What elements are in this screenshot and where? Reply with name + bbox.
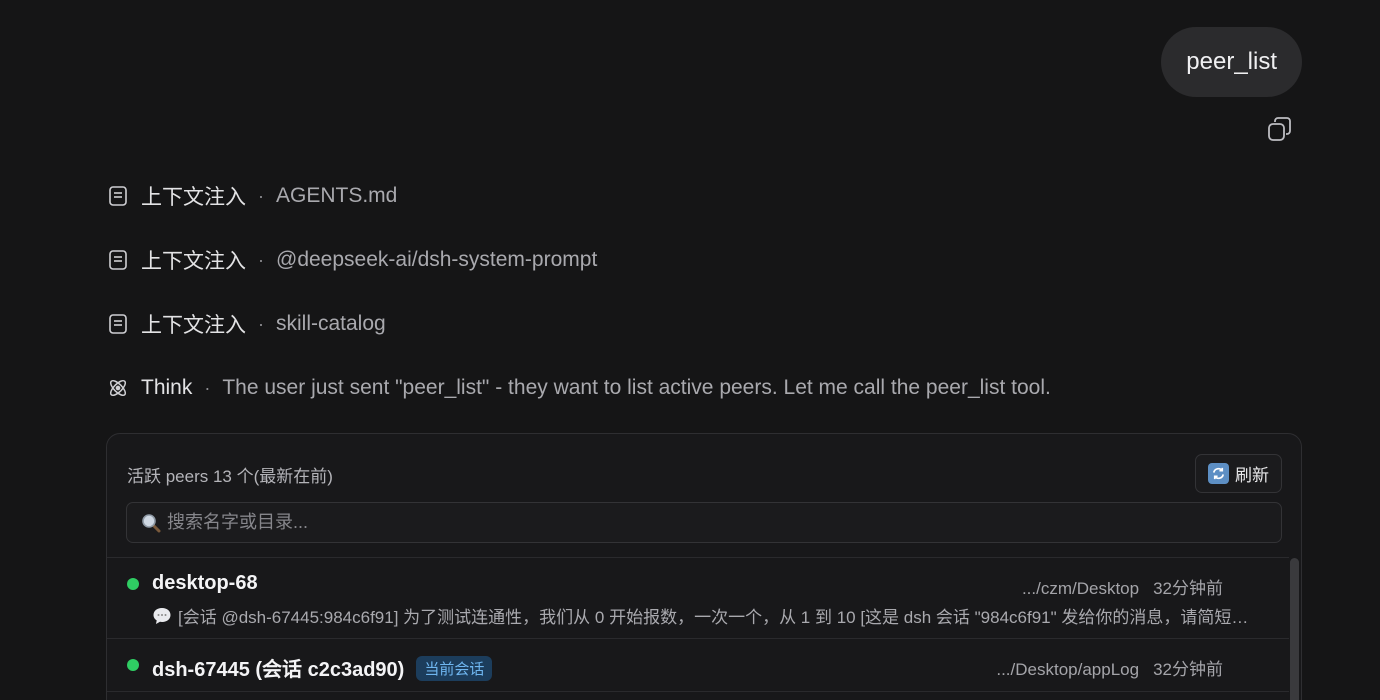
peer-row[interactable]: desktop-68 .../czm/Desktop 32分钟前 [会话 @dsh… [107, 558, 1289, 639]
online-status-dot [127, 659, 139, 671]
context-injection-label: 上下文注入 [141, 314, 246, 337]
peer-last-message: [会话 @dsh-67445:984c6f91] 为了测试连通性，我们从 0 开… [152, 603, 1260, 628]
refresh-icon [1208, 463, 1229, 484]
current-session-badge: 当前会话 [416, 656, 493, 681]
peer-time: 32分钟前 [1153, 579, 1223, 598]
copy-icon [1268, 117, 1291, 141]
peer-row[interactable]: dsh-67445 (会话 c2c3ad90) 当前会话 .../Desktop/… [107, 639, 1289, 692]
context-injection-label: 上下文注入 [141, 186, 246, 209]
online-status-dot [127, 578, 139, 590]
think-label: Think [141, 376, 193, 399]
separator: · [258, 249, 264, 270]
peer-meta: .../Desktop/appLog 32分钟前 [996, 655, 1223, 680]
context-injection-detail: AGENTS.md [276, 184, 398, 207]
context-injection-agents[interactable]: 上下文注入 · AGENTS.md [107, 181, 397, 211]
think-text: The user just sent "peer_list" - they wa… [222, 376, 1051, 399]
document-icon [109, 314, 127, 334]
context-injection-detail: @deepseek-ai/dsh-system-prompt [276, 248, 598, 271]
peer-list-scrollbar[interactable] [1290, 558, 1299, 700]
user-message-text: peer_list [1186, 48, 1277, 75]
peer-path: .../czm/Desktop [1021, 579, 1140, 598]
context-injection-label: 上下文注入 [141, 250, 246, 273]
context-injection-detail: skill-catalog [276, 312, 386, 335]
chat-page: peer_list 上下文注入 · AGENTS.md 上下文注入 · @dee… [0, 0, 1380, 700]
refresh-label: 刷新 [1235, 466, 1269, 485]
peer-name: desktop-68 [152, 572, 258, 594]
peer-message-text: [会话 @dsh-67445:984c6f91] 为了测试连通性，我们从 0 开… [178, 608, 1260, 627]
think-line[interactable]: Think · The user just sent "peer_list" -… [107, 373, 1051, 403]
document-icon [109, 186, 127, 206]
peer-meta: .../czm/Desktop 32分钟前 [1022, 574, 1223, 599]
peer-list-panel: 活跃 peers 13 个(最新在前) 刷新 desktop-68 [106, 433, 1302, 700]
context-injection-skill-catalog[interactable]: 上下文注入 · skill-catalog [107, 309, 386, 339]
magnifier-icon [142, 513, 161, 532]
refresh-button[interactable]: 刷新 [1195, 454, 1282, 493]
context-injection-system-prompt[interactable]: 上下文注入 · @deepseek-ai/dsh-system-prompt [107, 245, 597, 275]
speech-bubble-icon [153, 607, 171, 624]
peer-list: desktop-68 .../czm/Desktop 32分钟前 [会话 @dsh… [107, 557, 1289, 692]
peer-path: .../Desktop/appLog [996, 660, 1140, 679]
panel-title: 活跃 peers 13 个(最新在前) [127, 467, 333, 486]
document-icon [109, 250, 127, 270]
peer-time: 32分钟前 [1153, 660, 1223, 679]
user-message-bubble: peer_list [1161, 27, 1302, 97]
peer-name: dsh-67445 (会话 c2c3ad90) 当前会话 [152, 653, 493, 682]
atom-icon [109, 379, 127, 397]
search-box[interactable] [126, 502, 1282, 543]
search-input[interactable] [167, 512, 1281, 533]
peer-name-text: dsh-67445 (会话 c2c3ad90) [152, 659, 405, 681]
separator: · [258, 185, 264, 206]
separator: · [204, 377, 211, 398]
separator: · [258, 313, 264, 334]
copy-button[interactable] [1266, 115, 1294, 143]
